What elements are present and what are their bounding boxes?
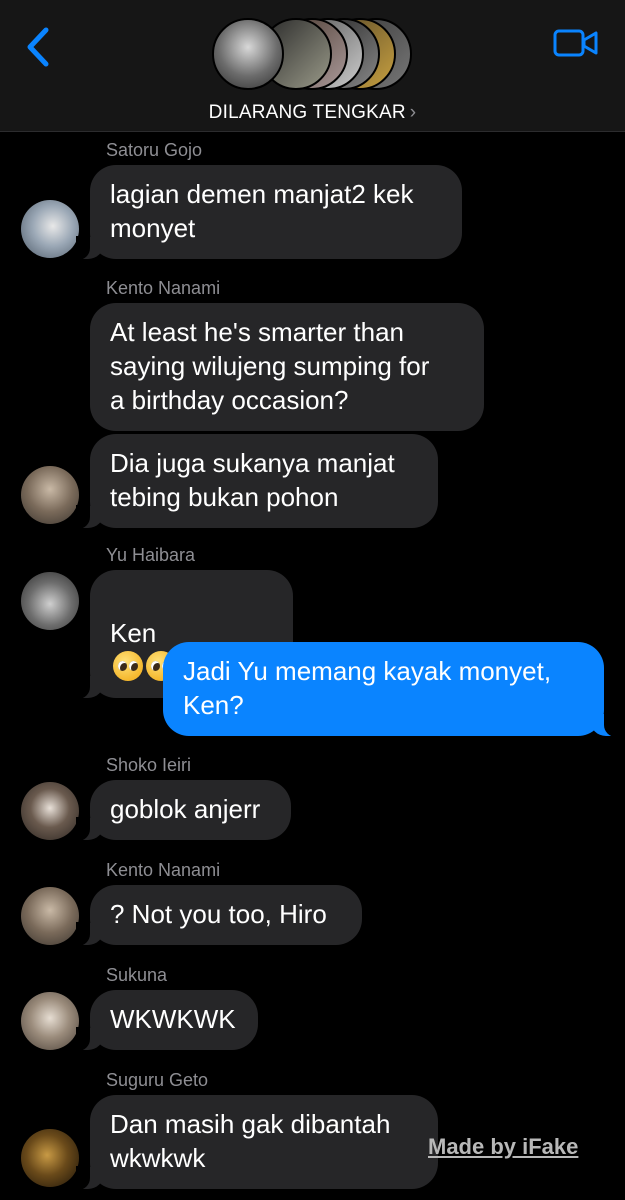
- video-camera-icon[interactable]: [553, 28, 599, 58]
- avatar-yu-haibara[interactable]: [21, 572, 79, 630]
- group-title[interactable]: DILARANG TENGKAR ›: [0, 102, 625, 124]
- sender-name: Kento Nanami: [106, 860, 221, 880]
- group-avatar: [212, 18, 284, 90]
- message-bubble[interactable]: WKWKWK: [76, 990, 258, 1051]
- chat-header: DILARANG TENGKAR ›: [0, 0, 625, 132]
- chevron-right-icon: ›: [409, 102, 417, 123]
- avatar-kento-nanami[interactable]: [21, 466, 79, 524]
- sender-name: Suguru Geto: [106, 1070, 209, 1090]
- message-bubble[interactable]: ? Not you too, Hiro: [76, 885, 362, 946]
- outgoing-message-bubble[interactable]: Jadi Yu memang kayak monyet, Ken?: [163, 642, 618, 737]
- avatar-shoko-ieiri[interactable]: [21, 782, 79, 840]
- pleading-face-icon: [113, 651, 143, 681]
- back-chevron-icon[interactable]: [24, 26, 54, 68]
- watermark-label: Made by iFake: [428, 1134, 579, 1159]
- group-title-label: DILARANG TENGKAR: [208, 102, 406, 123]
- avatar-sukuna[interactable]: [21, 992, 79, 1050]
- message-bubble[interactable]: Dan masih gak dibantah wkwkwk: [76, 1095, 438, 1190]
- message-bubble[interactable]: Dia juga sukanya manjat tebing bukan poh…: [76, 434, 438, 529]
- sender-name: Yu Haibara: [106, 545, 196, 565]
- sender-name: Satoru Gojo: [106, 140, 203, 160]
- message-bubble[interactable]: At least he's smarter than saying wiluje…: [90, 303, 484, 431]
- avatar-kento-nanami[interactable]: [21, 887, 79, 945]
- sender-name: Kento Nanami: [106, 278, 221, 298]
- sender-name: Shoko Ieiri: [106, 755, 192, 775]
- group-avatar-stack[interactable]: [212, 18, 412, 94]
- message-text: Ken: [110, 618, 157, 648]
- message-bubble[interactable]: goblok anjerr: [76, 780, 291, 841]
- avatar-satoru-gojo[interactable]: [21, 200, 79, 258]
- message-bubble[interactable]: lagian demen manjat2 kek monyet: [76, 165, 462, 260]
- avatar-suguru-geto[interactable]: [21, 1129, 79, 1187]
- sender-name: Sukuna: [106, 965, 168, 985]
